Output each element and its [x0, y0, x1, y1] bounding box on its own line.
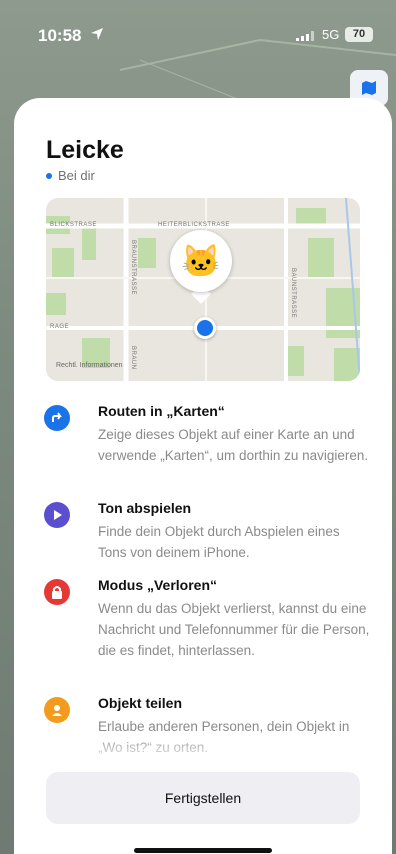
network-type: 5G: [322, 27, 340, 42]
lock-icon: [44, 579, 70, 605]
action-title: Ton abspielen: [98, 500, 192, 516]
route-arrow-icon: [44, 405, 70, 431]
action-title: Routen in „Karten“: [98, 403, 225, 419]
street-label: BRAUNSTRASSE: [130, 240, 136, 296]
action-title: Modus „Verloren“: [98, 577, 218, 593]
home-indicator: [134, 848, 272, 853]
action-title: Objekt teilen: [98, 695, 183, 711]
item-map[interactable]: BLICKSTRASE HEITERBLICKSTRASE BRAUNSTRAS…: [46, 198, 360, 381]
battery-indicator: 70: [345, 27, 373, 42]
item-location-label: Bei dir: [58, 168, 95, 183]
street-label: BLICKSTRASE: [50, 222, 97, 228]
share-person-icon: [44, 697, 70, 723]
item-detail-sheet: Leicke Bei dir BLICKSTRASE HEITERBLICKST…: [14, 98, 392, 854]
item-location: Bei dir: [46, 168, 95, 183]
play-icon: [44, 502, 70, 528]
action-description: Zeige dieses Objekt auf einer Karte an u…: [98, 427, 369, 463]
scroll-fade: [14, 734, 392, 764]
signal-icon: [296, 31, 314, 41]
street-label: HEITERBLICKSTRASE: [158, 222, 230, 228]
item-name: Leicke: [46, 136, 124, 164]
item-emoji-pin[interactable]: 🐱: [170, 230, 232, 292]
status-bar: 10:58 5G 70: [0, 0, 396, 64]
street-label: RAGE: [50, 324, 70, 330]
location-arrow-icon: [91, 28, 103, 40]
status-time: 10:58: [38, 26, 82, 45]
street-label: BRAUN: [130, 346, 136, 370]
user-location-dot: [194, 317, 216, 339]
action-description: Finde dein Objekt durch Abspielen eines …: [98, 524, 340, 560]
map-legal-link[interactable]: Rechtl. Informationen: [56, 362, 123, 369]
street-label: BAUNSTRASSE: [290, 268, 296, 319]
action-description: Wenn du das Objekt verlierst, kannst du …: [98, 601, 370, 658]
location-dot-icon: [46, 172, 52, 179]
map-icon: [362, 81, 376, 95]
done-button[interactable]: Fertigstellen: [46, 772, 360, 824]
